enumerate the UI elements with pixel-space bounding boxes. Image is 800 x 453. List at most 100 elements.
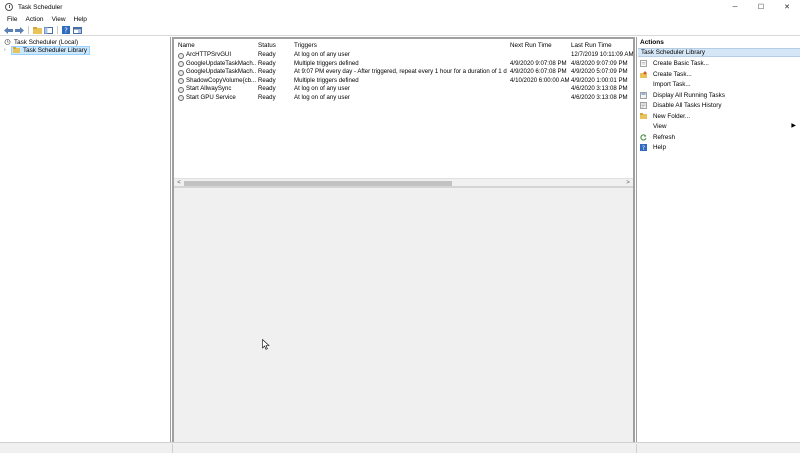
task-name: GoogleUpdateTaskMach... [186,59,256,67]
task-last-run: 4/6/2020 3:13:08 PM [571,93,628,101]
table-row[interactable]: GoogleUpdateTaskMach... Ready Multiple t… [174,60,633,69]
expand-chevron-icon[interactable]: › [4,47,11,53]
action-create-task[interactable]: Create Task... [640,70,798,79]
help-icon[interactable]: ? [61,26,71,35]
action-label: Disable All Tasks History [653,102,722,109]
folder-up-icon[interactable] [32,26,42,35]
action-label: Refresh [653,133,676,141]
task-name: ShadowCopyVolume{cb... [186,76,256,84]
task-last-run: 4/8/2020 9:07:09 PM [571,59,628,67]
folder-icon [13,47,20,53]
properties-icon[interactable] [72,26,82,35]
tree-item-label: Task Scheduler Library [23,46,88,54]
task-icon [178,61,184,67]
task-next-run: 4/10/2020 6:00:00 AM [510,76,569,84]
task-triggers: At log on of any user [294,51,350,58]
action-display-all-running-tasks[interactable]: Display All Running Tasks [640,91,798,100]
task-last-run: 4/9/2020 1:00:01 PM [571,76,628,84]
back-arrow-icon[interactable] [3,26,13,35]
menu-action[interactable]: Action [21,16,47,23]
task-name: GoogleUpdateTaskMach... [186,68,256,75]
column-header-triggers[interactable]: Triggers [294,42,317,49]
scrollbar-thumb[interactable] [184,180,452,186]
refresh-icon [640,133,647,141]
action-label: Help [653,144,666,151]
svg-text:?: ? [642,145,645,151]
task-status: Ready [258,85,276,92]
window-title: Task Scheduler [18,3,63,11]
running-tasks-icon [640,91,647,99]
toolbar-separator [57,26,58,34]
task-triggers: Multiple triggers defined [294,76,359,84]
task-icon [178,86,184,93]
task-icon [178,69,184,76]
action-label: Create Basic Task... [653,60,709,67]
table-row[interactable]: GoogleUpdateTaskMach... Ready At 9:07 PM… [174,68,633,77]
close-button[interactable]: ✕ [774,0,800,14]
task-icon [178,78,184,84]
task-last-run: 12/7/2019 10:11:09 AM [571,51,633,58]
show-hide-tree-icon[interactable] [43,26,53,35]
action-create-basic-task[interactable]: Create Basic Task... [640,59,798,68]
action-label: Import Task... [653,81,691,88]
action-label: View [653,123,667,130]
maximize-button[interactable]: ☐ [748,0,774,14]
action-disable-all-tasks-history[interactable]: Disable All Tasks History [640,101,798,110]
toolbar: ? [0,25,800,36]
tree-item-selection: Task Scheduler Library [11,45,91,55]
column-header-status[interactable]: Status [258,42,276,49]
help-icon: ? [640,144,647,151]
actions-section-header[interactable]: Task Scheduler Library [638,48,800,57]
column-header-last-run-time[interactable]: Last Run Time [571,42,612,49]
title-bar: Task Scheduler ─ ☐ ✕ [0,0,800,14]
table-row[interactable]: ShadowCopyVolume{cb... Ready Multiple tr… [174,77,633,86]
menu-help[interactable]: Help [70,16,91,23]
task-list-panel: Name Status Triggers Next Run Time Last … [174,39,633,186]
table-row[interactable]: Start AllwaySync Ready At log on of any … [174,85,633,94]
console-tree-pane: Task Scheduler (Local) › Task Scheduler … [0,37,171,442]
action-import-task[interactable]: Import Task... [640,80,798,89]
forward-arrow-icon[interactable] [14,26,24,35]
action-new-folder[interactable]: New Folder... [640,112,798,121]
task-status: Ready [258,93,276,101]
action-label: Display All Running Tasks [653,91,725,99]
center-pane: Name Status Triggers Next Run Time Last … [172,37,635,442]
horizontal-scrollbar[interactable]: < > [174,178,633,186]
create-basic-task-icon [640,60,647,67]
actions-title: Actions [640,39,664,46]
table-row[interactable]: Start GPU Service Ready At log on of any… [174,94,633,103]
task-grid-header: Name Status Triggers Next Run Time Last … [174,42,633,51]
task-details-panel [174,188,633,442]
task-status: Ready [258,76,276,84]
status-bar-divider [636,444,637,453]
task-triggers: Multiple triggers defined [294,59,359,67]
task-triggers: At log on of any user [294,85,350,92]
task-icon [178,95,184,101]
task-status: Ready [258,51,276,58]
create-task-icon [640,71,647,78]
window-controls: ─ ☐ ✕ [722,0,800,14]
column-header-next-run-time[interactable]: Next Run Time [510,42,552,49]
column-header-name[interactable]: Name [178,42,195,49]
task-name: Start AllwaySync [186,85,232,92]
menu-view[interactable]: View [48,16,70,23]
status-bar [0,442,800,453]
action-label: New Folder... [653,112,691,120]
action-view[interactable]: View ▶ [640,122,798,131]
actions-pane: Actions Task Scheduler Library Create Ba… [636,37,800,442]
new-folder-icon [640,113,647,120]
menu-file[interactable]: File [3,16,21,23]
tree-item-task-scheduler-library[interactable]: › Task Scheduler Library [4,45,91,55]
toolbar-separator [28,26,29,34]
table-row[interactable]: ArcHTTPSrvGUI Ready At log on of any use… [174,51,633,60]
history-icon [640,102,647,109]
action-help[interactable]: ? Help [640,143,798,152]
action-refresh[interactable]: Refresh [640,133,798,142]
task-name: Start GPU Service [186,93,236,101]
mouse-cursor-icon [262,339,270,350]
task-last-run: 4/9/2020 5:07:09 PM [571,68,628,75]
svg-text:?: ? [64,27,68,35]
task-status: Ready [258,68,276,75]
minimize-button[interactable]: ─ [722,0,748,14]
task-status: Ready [258,59,276,67]
